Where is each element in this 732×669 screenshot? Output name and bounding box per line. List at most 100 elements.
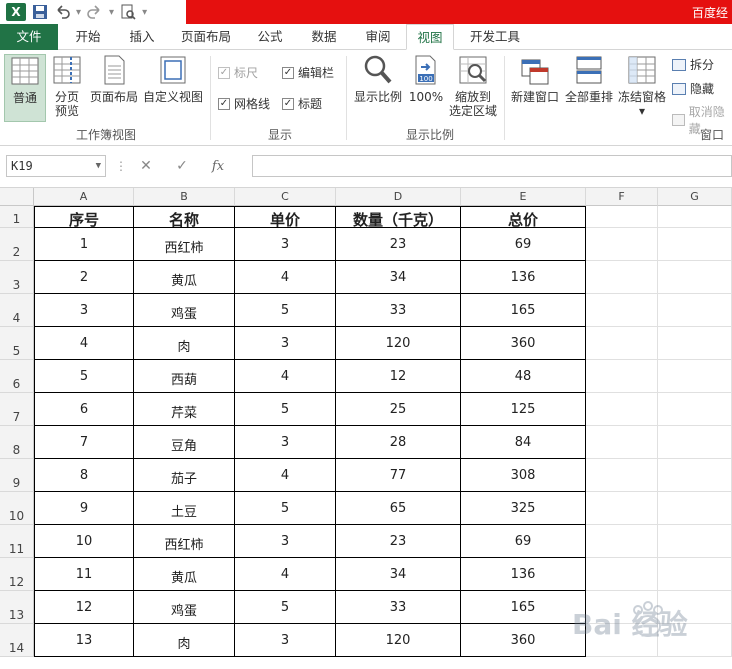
split-button[interactable]: 拆分 (672, 56, 714, 73)
table-cell[interactable]: 7 (34, 426, 134, 459)
table-cell[interactable]: 黄瓜 (134, 261, 235, 294)
table-cell[interactable]: 4 (235, 261, 336, 294)
table-cell[interactable]: 165 (461, 294, 586, 327)
chevron-down-icon[interactable]: ▾ (109, 7, 114, 18)
header-cell[interactable]: 总价 (461, 206, 586, 229)
table-cell[interactable]: 77 (336, 459, 461, 492)
header-cell[interactable]: 数量（千克） (336, 206, 461, 229)
table-cell[interactable]: 23 (336, 525, 461, 558)
column-header-g[interactable]: G (658, 188, 732, 206)
table-cell[interactable]: 5 (235, 393, 336, 426)
table-cell[interactable]: 3 (235, 228, 336, 261)
table-cell[interactable]: 肉 (134, 327, 235, 360)
zoom-button[interactable]: 显示比例 (350, 54, 406, 104)
table-cell[interactable]: 10 (34, 525, 134, 558)
column-header-f[interactable]: F (586, 188, 658, 206)
table-cell[interactable]: 165 (461, 591, 586, 624)
empty-cell[interactable] (658, 492, 732, 525)
table-cell[interactable]: 12 (336, 360, 461, 393)
freeze-panes-button[interactable]: 冻结窗格 ▾ (616, 54, 668, 118)
row-header[interactable]: 11 (0, 525, 34, 558)
table-cell[interactable]: 13 (34, 624, 134, 657)
table-cell[interactable]: 120 (336, 327, 461, 360)
table-cell[interactable]: 4 (34, 327, 134, 360)
row-header[interactable]: 4 (0, 294, 34, 327)
table-cell[interactable]: 84 (461, 426, 586, 459)
new-window-button[interactable]: 新建窗口 (508, 54, 562, 104)
empty-cell[interactable] (658, 591, 732, 624)
row-header[interactable]: 9 (0, 459, 34, 492)
normal-view-button[interactable]: 普通 (4, 54, 46, 122)
insert-function-icon[interactable]: fx (200, 159, 236, 174)
column-header-d[interactable]: D (336, 188, 461, 206)
tab-developer[interactable]: 开发工具 (462, 24, 528, 50)
table-cell[interactable]: 3 (235, 624, 336, 657)
table-cell[interactable]: 肉 (134, 624, 235, 657)
header-cell[interactable]: 名称 (134, 206, 235, 229)
row-header[interactable]: 13 (0, 591, 34, 624)
column-header-c[interactable]: C (235, 188, 336, 206)
table-cell[interactable]: 25 (336, 393, 461, 426)
table-cell[interactable]: 5 (235, 492, 336, 525)
customize-icon[interactable]: ▾ (142, 7, 147, 18)
table-cell[interactable]: 34 (336, 558, 461, 591)
column-header-a[interactable]: A (34, 188, 134, 206)
table-cell[interactable]: 3 (34, 294, 134, 327)
table-cell[interactable]: 11 (34, 558, 134, 591)
table-cell[interactable]: 茄子 (134, 459, 235, 492)
empty-cell[interactable] (586, 591, 658, 624)
table-cell[interactable]: 48 (461, 360, 586, 393)
table-cell[interactable]: 1 (34, 228, 134, 261)
table-cell[interactable]: 9 (34, 492, 134, 525)
header-cell[interactable]: 单价 (235, 206, 336, 229)
empty-cell[interactable] (586, 426, 658, 459)
save-icon[interactable] (32, 3, 48, 21)
name-box[interactable]: K19 ▼ (6, 155, 106, 177)
formula-bar-checkbox[interactable]: ✓ 编辑栏 (282, 64, 334, 81)
table-cell[interactable]: 4 (235, 558, 336, 591)
empty-cell[interactable] (586, 360, 658, 393)
redo-icon[interactable] (87, 3, 103, 21)
empty-cell[interactable] (658, 294, 732, 327)
formula-input[interactable] (252, 155, 732, 177)
empty-cell[interactable] (586, 459, 658, 492)
table-cell[interactable]: 69 (461, 525, 586, 558)
tab-review[interactable]: 审阅 (356, 24, 400, 50)
table-cell[interactable]: 4 (235, 360, 336, 393)
table-cell[interactable]: 136 (461, 558, 586, 591)
print-preview-icon[interactable] (120, 3, 136, 21)
table-cell[interactable]: 136 (461, 261, 586, 294)
table-cell[interactable]: 3 (235, 525, 336, 558)
table-cell[interactable]: 西红柿 (134, 525, 235, 558)
table-cell[interactable]: 4 (235, 459, 336, 492)
hide-button[interactable]: 隐藏 (672, 80, 714, 97)
column-header-b[interactable]: B (134, 188, 235, 206)
row-header[interactable]: 12 (0, 558, 34, 591)
table-cell[interactable]: 325 (461, 492, 586, 525)
cancel-icon[interactable]: ✕ (128, 158, 164, 174)
tab-home[interactable]: 开始 (66, 24, 110, 50)
tab-formulas[interactable]: 公式 (248, 24, 292, 50)
empty-cell[interactable] (658, 228, 732, 261)
row-header[interactable]: 1 (0, 206, 34, 228)
zoom-100-button[interactable]: 100 100% (408, 54, 444, 104)
empty-cell[interactable] (658, 459, 732, 492)
chevron-down-icon[interactable]: ▼ (96, 156, 101, 176)
empty-cell[interactable] (658, 525, 732, 558)
tab-file[interactable]: 文件 (0, 24, 58, 50)
table-cell[interactable]: 120 (336, 624, 461, 657)
table-cell[interactable]: 西葫 (134, 360, 235, 393)
table-cell[interactable]: 65 (336, 492, 461, 525)
table-cell[interactable]: 125 (461, 393, 586, 426)
table-cell[interactable]: 33 (336, 294, 461, 327)
ruler-checkbox[interactable]: ✓ 标尺 (218, 64, 258, 81)
table-cell[interactable]: 3 (235, 327, 336, 360)
empty-cell[interactable] (586, 624, 658, 657)
page-break-preview-button[interactable]: 分页 预览 (48, 54, 86, 118)
empty-cell[interactable] (586, 206, 658, 228)
row-header[interactable]: 14 (0, 624, 34, 657)
empty-cell[interactable] (586, 294, 658, 327)
select-all-corner[interactable] (0, 188, 34, 206)
headings-checkbox[interactable]: ✓ 标题 (282, 95, 322, 112)
table-cell[interactable]: 5 (235, 294, 336, 327)
